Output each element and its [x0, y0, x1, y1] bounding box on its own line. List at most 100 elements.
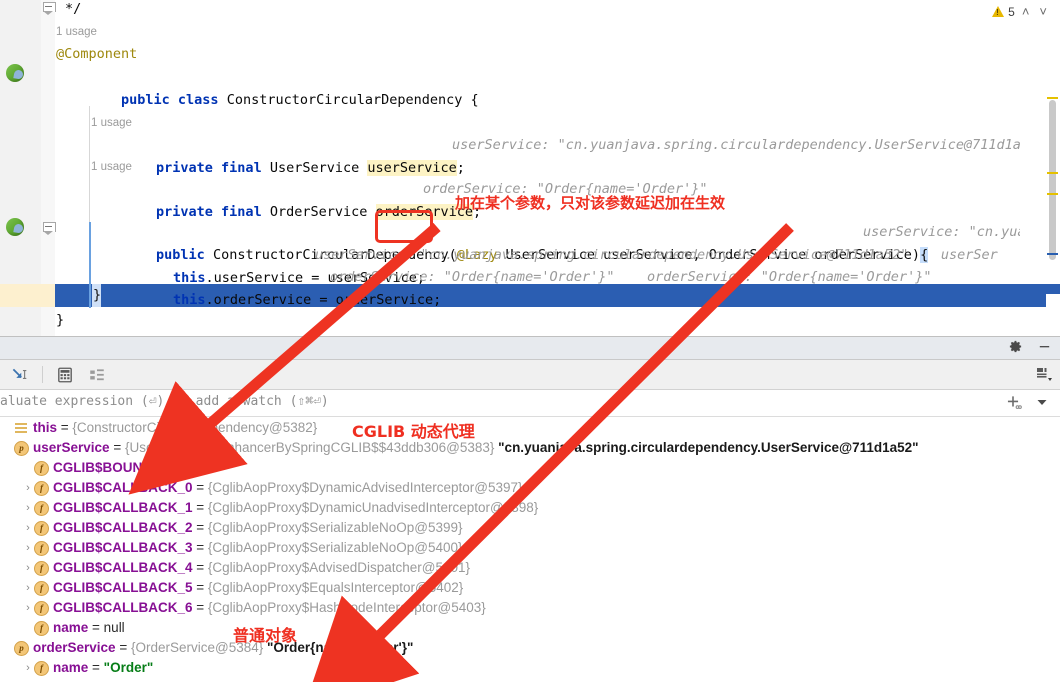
debugger-toolbar [0, 360, 1060, 389]
usage-hint[interactable]: 1 usage [91, 156, 132, 179]
inline-debug-hint-ctor: userService: "cn.yuanjav [863, 224, 1020, 240]
variable-literal: null [103, 620, 125, 635]
variable-value: {CglibAopProxy$HashCodeInterceptor@5403} [207, 600, 486, 615]
variable-name: CGLIB$CALLBACK_1 [53, 500, 193, 515]
fold-marker-icon[interactable] [43, 222, 56, 235]
jump-to-source-icon[interactable] [10, 366, 28, 384]
variable-name: CGLIB$CALLBACK_0 [53, 480, 193, 495]
field-icon: f [34, 481, 49, 496]
variable-text: userService = {UserService$$EnhancerBySp… [33, 438, 919, 458]
expand-chevron-icon[interactable]: › [22, 478, 34, 498]
variable-equals: = [192, 560, 208, 575]
code-keyword-private-final: private final [156, 160, 262, 176]
evaluate-expression-placeholder[interactable]: aluate expression (⏎) or add a watch (⇧⌘… [0, 394, 329, 409]
ide-window: } */ 1 usage @Component public class Con… [0, 0, 1060, 682]
variable-value: {OrderService@5384} [130, 640, 264, 655]
previous-problem-icon[interactable]: ˄ [1019, 4, 1033, 19]
inline-debug-hint-assign2: orderService: "Order{name='Order'}" orde… [330, 269, 932, 285]
selection-marker [1046, 284, 1060, 294]
variable-text: this = {ConstructorCircularDependency@53… [33, 418, 317, 438]
variable-equals: = [152, 460, 168, 475]
editor-scrollbar-track[interactable] [1046, 0, 1060, 336]
code-type-userservice: UserService [261, 160, 368, 176]
info-marker[interactable] [1047, 253, 1058, 255]
evaluate-expression-icon[interactable] [56, 366, 74, 384]
expand-chevron-icon[interactable]: › [22, 658, 34, 678]
variable-text: name = null [53, 618, 125, 638]
layout-settings-icon[interactable] [1034, 364, 1054, 384]
code-line-component-annotation: @Component [56, 46, 138, 62]
expand-chevron-icon[interactable]: › [22, 538, 34, 558]
expand-chevron-icon[interactable]: › [22, 578, 34, 598]
variable-equals: = [57, 420, 73, 435]
variable-text: CGLIB$BOUND = false [53, 458, 196, 478]
variable-equals: = [192, 500, 208, 515]
code-field-userservice: userService [367, 160, 457, 176]
variable-tostring: "Order{name='Order'}" [263, 640, 414, 655]
fold-marker-icon[interactable] [43, 2, 56, 15]
code-semicolon: ; [473, 204, 482, 220]
field-icon: f [34, 621, 49, 636]
editor-text-area[interactable]: */ 1 usage @Component public class Const… [55, 0, 1020, 336]
variable-text: orderService = {OrderService@5384} "Orde… [33, 638, 413, 658]
usage-hint[interactable]: 1 usage [91, 112, 132, 135]
spring-bean-icon[interactable] [6, 218, 24, 236]
parameter-icon: p [14, 441, 29, 456]
variable-name: CGLIB$CALLBACK_2 [53, 520, 193, 535]
inline-debug-hint-field2: orderService: "Order{name='Order'}" [423, 181, 708, 197]
editor-scrollbar-thumb[interactable] [1049, 100, 1056, 260]
variable-text: CGLIB$CALLBACK_5 = {CglibAopProxy$Equals… [53, 578, 463, 598]
next-problem-icon[interactable]: ˅ [1036, 4, 1050, 19]
field-icon: f [34, 581, 49, 596]
variable-name: CGLIB$BOUND [53, 460, 153, 475]
variable-equals: = [192, 600, 208, 615]
variable-value: {CglibAopProxy$EqualsInterceptor@5402} [207, 580, 464, 595]
variable-text: CGLIB$CALLBACK_6 = {CglibAopProxy$HashCo… [53, 598, 486, 618]
inspection-widget[interactable]: 5 ˄ ˅ [992, 4, 1050, 19]
variable-name: CGLIB$CALLBACK_3 [53, 540, 193, 555]
expand-chevron-icon[interactable]: › [22, 598, 34, 618]
spring-bean-icon[interactable] [6, 64, 24, 82]
code-class-name: ConstructorCircularDependency { [218, 92, 479, 108]
inspection-count: 5 [1008, 4, 1015, 19]
variable-literal: false [167, 460, 196, 475]
gear-icon[interactable] [1008, 339, 1023, 357]
warning-marker[interactable] [1047, 193, 1058, 195]
variables-tree[interactable]: this = {ConstructorCircularDependency@53… [0, 417, 1060, 682]
code-line-class-close-brace: } [56, 312, 65, 328]
code-semicolon: ; [456, 160, 465, 176]
add-watch-icon[interactable] [1004, 393, 1022, 414]
code-editor[interactable]: } */ 1 usage @Component public class Con… [0, 0, 1060, 336]
expand-chevron-icon[interactable]: › [22, 518, 34, 538]
variable-name: userService [33, 440, 110, 455]
variable-value: {UserService$$EnhancerBySpringCGLIB$$43d… [124, 440, 495, 455]
parameter-icon: p [14, 641, 29, 656]
evaluate-expression-row[interactable]: aluate expression (⏎) or add a watch (⇧⌘… [0, 390, 1060, 416]
variable-text: CGLIB$CALLBACK_2 = {CglibAopProxy$Serial… [53, 518, 463, 538]
usage-hint[interactable]: 1 usage [56, 21, 97, 44]
variable-name: this [33, 420, 58, 435]
variable-string-value: "Order" [103, 660, 154, 675]
field-icon: f [34, 661, 49, 676]
variable-text: CGLIB$CALLBACK_1 = {CglibAopProxy$Dynami… [53, 498, 538, 518]
inline-debug-hint-assign1: userService: "cn.yuanjava.spring.circula… [315, 247, 998, 263]
expand-chevron-icon[interactable]: › [22, 558, 34, 578]
expand-chevron-icon[interactable]: › [22, 498, 34, 518]
code-type-orderservice: OrderService [261, 204, 376, 220]
code-field-orderservice: orderService [375, 204, 474, 220]
variable-name: orderService [33, 640, 116, 655]
warning-marker[interactable] [1047, 97, 1058, 99]
variable-name: CGLIB$CALLBACK_4 [53, 560, 193, 575]
debug-panel-header [0, 337, 1060, 359]
field-icon: f [34, 541, 49, 556]
minimize-icon[interactable] [1037, 339, 1052, 357]
variable-name: name [53, 660, 89, 675]
toolbar-separator [42, 366, 43, 383]
variable-value: {CglibAopProxy$DynamicAdvisedInterceptor… [207, 480, 523, 495]
variable-equals: = [115, 640, 131, 655]
chevron-down-icon[interactable] [1034, 394, 1050, 413]
group-by-icon[interactable] [88, 366, 106, 384]
variable-value: {CglibAopProxy$DynamicUnadvisedIntercept… [207, 500, 539, 515]
inline-debug-hint-field1: userService: "cn.yuanjava.spring.circula… [452, 137, 1020, 153]
warning-marker[interactable] [1047, 172, 1058, 174]
